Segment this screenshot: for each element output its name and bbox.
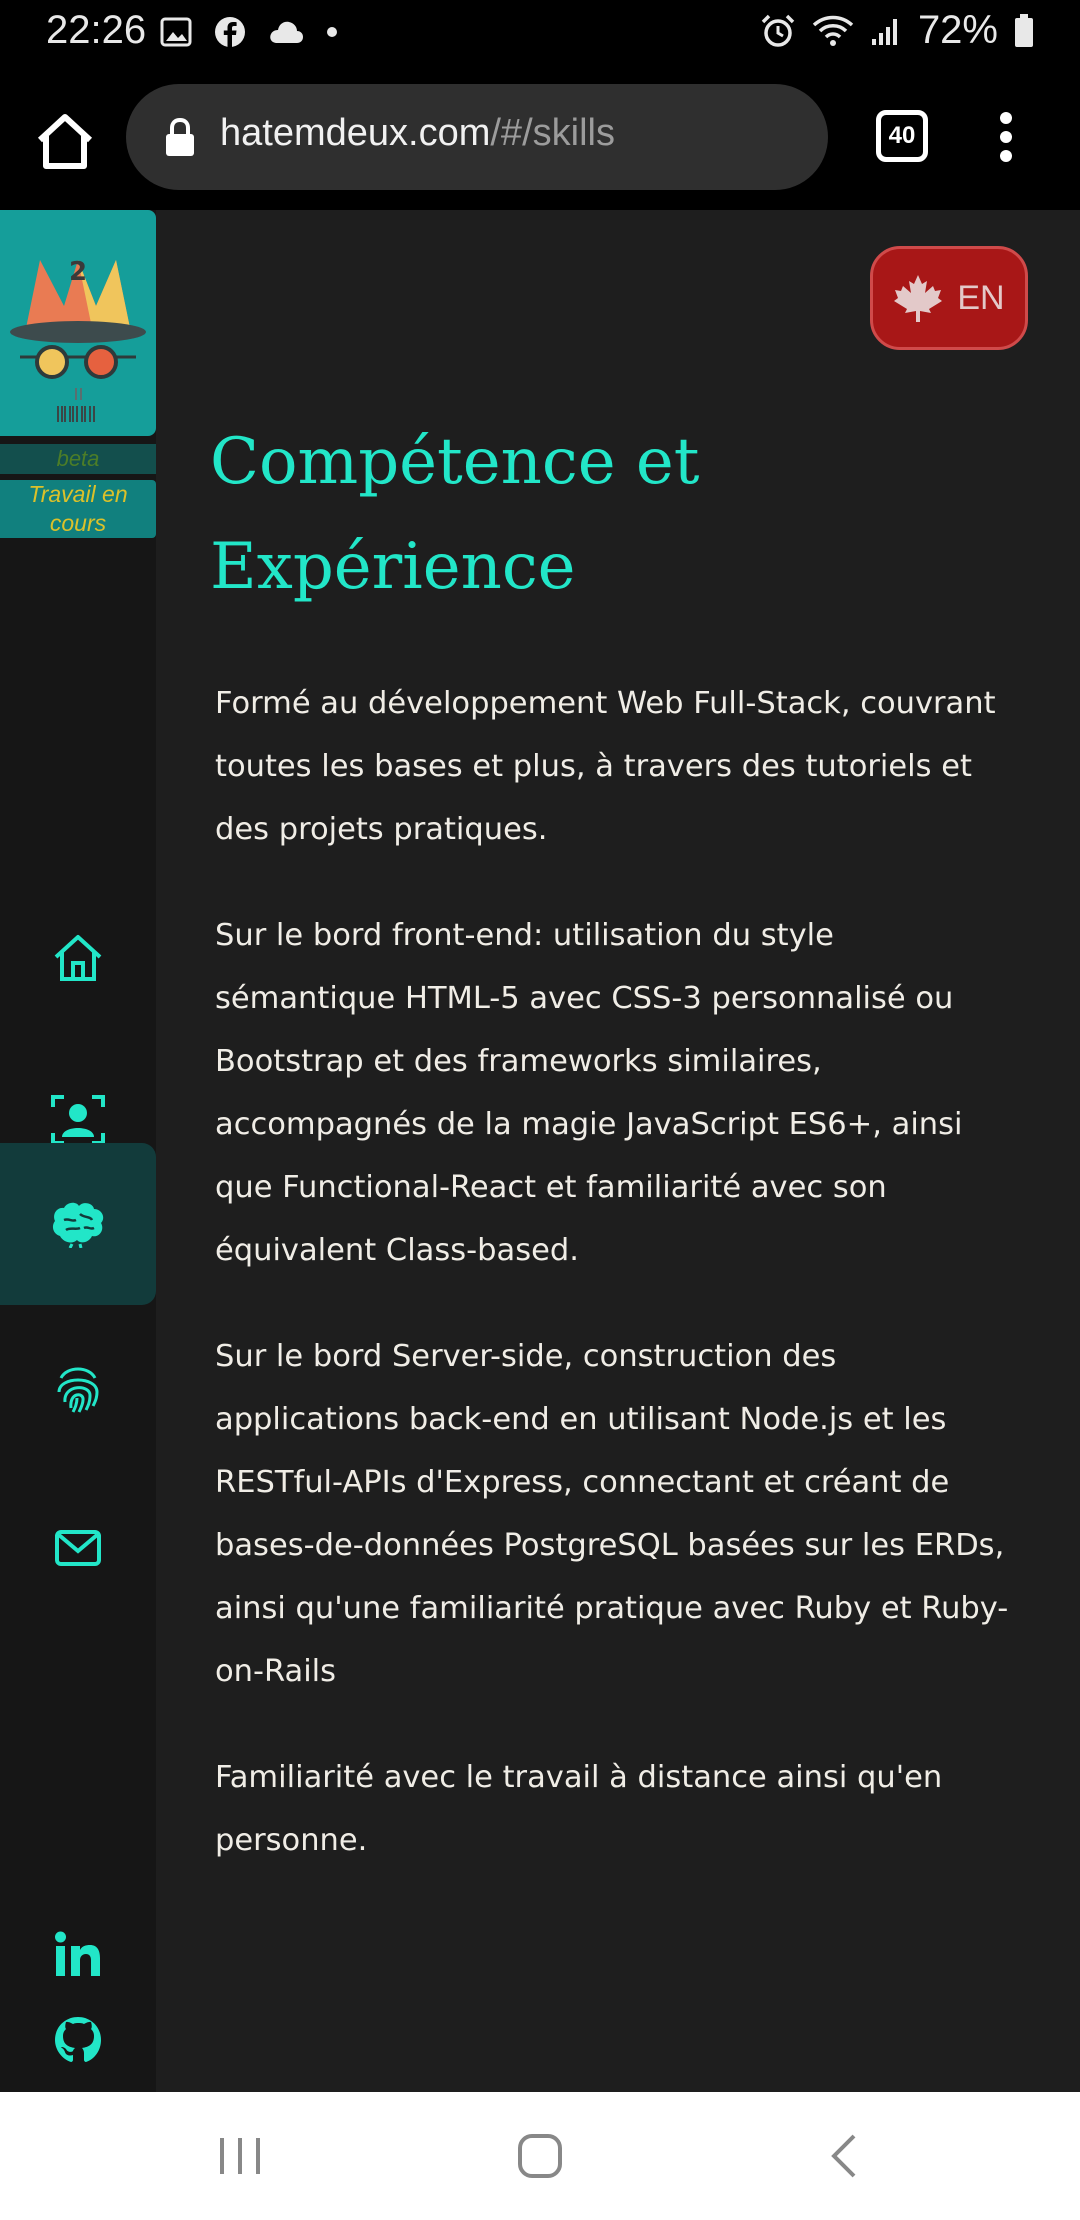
brain-icon [52, 1202, 104, 1248]
battery-icon [1015, 13, 1033, 47]
tab-switcher-button[interactable]: 40 [876, 110, 928, 162]
cloud-icon [270, 21, 303, 43]
title-line-2: Expérience [210, 530, 576, 604]
paragraph-backend: Sur le bord Server-side, construction de… [215, 1339, 1009, 1689]
image-icon [160, 17, 192, 47]
signal-icon [871, 18, 897, 45]
linkedin-icon[interactable] [52, 1928, 104, 1980]
web-page: 2 beta Travail en cours EN Compétence et… [0, 210, 1080, 2092]
nav-fingerprint[interactable] [0, 1308, 156, 1468]
browser-toolbar: hatemdeux.com/#/skills 40 [0, 70, 1080, 210]
lock-icon [166, 117, 194, 156]
nav-home[interactable] [0, 878, 156, 1038]
paragraph-fullstack: Formé au développement Web Full-Stack, c… [215, 686, 996, 847]
work-in-progress-badge: Travail en cours [0, 480, 156, 538]
beta-badge: beta [0, 444, 156, 474]
home-nav-icon[interactable] [516, 2128, 564, 2184]
url-text: hatemdeux.com/#/skills [220, 112, 615, 155]
language-label: EN [957, 278, 1005, 317]
home-button[interactable] [34, 110, 96, 172]
language-toggle-button[interactable]: EN [870, 246, 1028, 350]
more-menu-button[interactable] [994, 112, 1018, 166]
skills-description: Formé au développement Web Full-Stack, c… [215, 672, 1015, 1915]
paragraph-frontend: Sur le bord front-end: utilisation du st… [215, 918, 963, 1268]
battery-percent: 72% [917, 8, 998, 52]
url-path: /#/skills [490, 112, 615, 154]
status-time: 22:26 [46, 8, 147, 52]
system-navigation-bar [0, 2092, 1080, 2220]
address-bar[interactable]: hatemdeux.com/#/skills [126, 84, 828, 190]
wifi-icon [812, 15, 854, 46]
sidebar: 2 beta Travail en cours [0, 210, 156, 2092]
alarm-icon [761, 14, 795, 47]
logo-mark: 2 [69, 257, 87, 287]
title-line-1: Compétence et [210, 425, 700, 499]
user-scan-icon [51, 1095, 105, 1145]
back-icon[interactable] [826, 2128, 862, 2184]
url-host: hatemdeux.com [220, 112, 491, 154]
site-logo[interactable]: 2 [0, 210, 156, 436]
maple-leaf-icon [894, 275, 943, 322]
page-title: Compétence et Expérience [210, 410, 1000, 620]
status-bar: 22:26 72% [0, 0, 1080, 70]
home-icon [54, 935, 102, 981]
github-icon[interactable] [52, 2014, 104, 2066]
recent-apps-icon[interactable] [218, 2128, 262, 2184]
nav-contact[interactable] [0, 1468, 156, 1628]
nav-skills[interactable] [0, 1143, 156, 1305]
logo-mascot-icon: 2 [10, 257, 146, 422]
paragraph-remote: Familiarité avec le travail à distance a… [215, 1760, 943, 1858]
facebook-icon [215, 17, 245, 48]
mail-icon [55, 1530, 101, 1566]
dot-icon [327, 27, 337, 37]
fingerprint-icon [57, 1367, 99, 1413]
